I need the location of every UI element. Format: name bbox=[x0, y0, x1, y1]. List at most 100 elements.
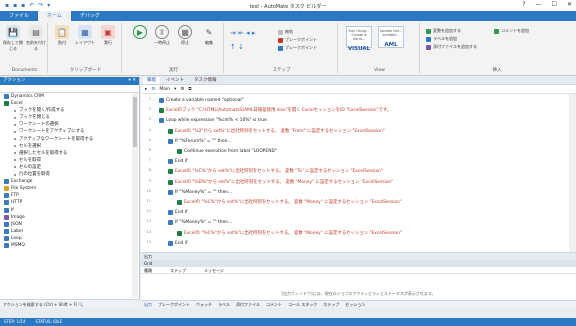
step-move[interactable]: ↑ ↓ bbox=[230, 43, 244, 51]
subtask-select[interactable]: Main bbox=[159, 87, 170, 92]
action-tree-item[interactable]: Label bbox=[0, 228, 132, 235]
editor-scrollbar[interactable] bbox=[569, 94, 576, 252]
minimize-button[interactable]: — bbox=[536, 1, 542, 8]
action-tree-item[interactable]: Loop bbox=[0, 235, 132, 242]
step-row[interactable]: Loop while expression "%cnt% < 10%" is t… bbox=[159, 117, 268, 124]
action-tree-item[interactable]: セルを選択 bbox=[0, 143, 132, 150]
step-text: Excelの "%2"から set%"に出社時刻をセットする。 変数 "From… bbox=[175, 128, 385, 134]
actions-panel-title: アクション bbox=[3, 78, 26, 83]
action-tree-item[interactable]: JSON bbox=[0, 221, 132, 228]
action-tree-item[interactable]: Excel bbox=[0, 100, 132, 107]
action-tree-item[interactable]: Exchange bbox=[0, 178, 132, 185]
action-tree-item[interactable]: MSMQ bbox=[0, 242, 132, 249]
step-action-icon bbox=[177, 230, 182, 236]
add-variable-button[interactable]: 変数を追加する bbox=[426, 28, 461, 34]
layout-button[interactable]: ▦ レイアウト bbox=[75, 25, 95, 46]
step-row[interactable]: Excelの "%D%"から set%"に出社時刻をセットする。 変数 "Mon… bbox=[168, 179, 393, 186]
action-bullet-icon bbox=[14, 159, 16, 162]
step-row[interactable]: If "%Money%" = "" then... bbox=[168, 189, 232, 196]
action-category-icon bbox=[4, 221, 9, 227]
actions-scrollbar[interactable] bbox=[132, 93, 138, 298]
settings-icon[interactable]: ⚙ bbox=[180, 87, 184, 92]
action-tree-item[interactable]: HTTP bbox=[0, 199, 132, 206]
action-tree-item[interactable]: ワークシートをアクティブにする bbox=[0, 128, 132, 135]
pause-button[interactable]: Ⅱ 一時停止 bbox=[150, 25, 174, 46]
step-row[interactable]: Excelの "%2"から set%"に出社時刻をセットする。 変数 "From… bbox=[168, 128, 385, 135]
stop-button[interactable]: ■ 停止 bbox=[174, 25, 196, 46]
tab-debug[interactable]: デバッグ bbox=[71, 11, 109, 21]
tab-events[interactable]: イベント bbox=[162, 77, 188, 84]
step-row[interactable]: Excelの "%C%"から set%"に出社時刻をセットする。 変数 "Mon… bbox=[177, 199, 402, 206]
col-step[interactable]: ステップ bbox=[170, 267, 186, 273]
tab-file[interactable]: ファイル bbox=[0, 11, 38, 21]
actions-search-footer[interactable]: アクションを検索する (Ctrl + Shift + F) 🔍 bbox=[0, 299, 140, 308]
dropdown-icon[interactable]: ▾ bbox=[174, 87, 176, 92]
add-attachment-button[interactable]: 添付ファイルを追加する bbox=[426, 44, 477, 50]
output-tab[interactable]: ステップ bbox=[323, 301, 339, 308]
action-tree-item[interactable]: セルの設定 bbox=[0, 164, 132, 171]
expand-icon[interactable]: ▸ bbox=[145, 87, 147, 92]
add-comment-button[interactable]: コメントを追加 bbox=[494, 28, 529, 34]
action-tree-item[interactable]: 選択したセルを取得する bbox=[0, 150, 132, 157]
action-tree-item[interactable]: ワークシートの選択 bbox=[0, 121, 132, 128]
start-button[interactable]: ▶ bbox=[128, 25, 152, 40]
tab-home[interactable]: ホーム bbox=[38, 11, 71, 21]
add-label-button[interactable]: ラベルを追加 bbox=[426, 36, 457, 42]
step-row[interactable]: Excelの "%C%"から set%"に出社時刻をセットする。 変数 "Mon… bbox=[177, 230, 402, 237]
action-tree-item[interactable]: ブックを閉じる bbox=[0, 114, 132, 121]
scroll-thumb[interactable] bbox=[133, 97, 137, 147]
action-tree-item[interactable]: File System bbox=[0, 185, 132, 192]
layout-label: レイアウト bbox=[75, 40, 95, 45]
action-tree-item[interactable]: FTP bbox=[0, 192, 132, 199]
run-button[interactable]: ▣ 実行 bbox=[98, 25, 118, 46]
view-visual[interactable]: Run Using... Create a Varia... VISUAL bbox=[346, 26, 372, 52]
output-tab[interactable]: ラベル bbox=[218, 301, 230, 308]
output-tab[interactable]: 添付ファイル bbox=[236, 301, 260, 308]
pause-icon: Ⅱ bbox=[155, 25, 169, 39]
save-as-button[interactable]: ▤ 名前を付ける bbox=[26, 25, 46, 52]
action-tree-item[interactable]: Dynamics CRM bbox=[0, 93, 132, 100]
step-row[interactable]: Excelのブック "C:\HTML\AutomateS\AML日報差替用.xl… bbox=[159, 107, 391, 114]
edit-button[interactable]: ✎ 編集 bbox=[198, 25, 220, 46]
close-button[interactable]: ✕ bbox=[567, 1, 572, 8]
disable-step[interactable]: 無効 bbox=[278, 29, 293, 35]
step-row[interactable]: End if bbox=[168, 240, 188, 247]
tab-task-info[interactable]: タスク情報 bbox=[190, 77, 221, 84]
paste-button[interactable]: 📋 貼付 bbox=[52, 25, 72, 46]
comment-icon bbox=[494, 28, 499, 34]
output-tab[interactable]: 出力 bbox=[144, 301, 152, 308]
step-row[interactable]: If "%Forum%" = "" then... bbox=[168, 138, 232, 145]
action-tree-item[interactable]: セルを取得 bbox=[0, 157, 132, 164]
action-tree-item[interactable]: If bbox=[0, 207, 132, 214]
action-tree-item[interactable]: ブックを開く/作成する bbox=[0, 107, 132, 114]
output-tab[interactable]: コール スタック bbox=[288, 301, 317, 308]
output-tab[interactable]: コメント bbox=[266, 301, 282, 308]
breakpoint-step[interactable]: ブレークポイント bbox=[278, 37, 317, 43]
help-icon[interactable]: ? bbox=[522, 1, 525, 8]
action-tree-item[interactable]: Image bbox=[0, 214, 132, 221]
output-tab[interactable]: セッション bbox=[345, 301, 365, 308]
breakpoint-step-2[interactable]: ブレークポイント bbox=[278, 45, 317, 51]
save-close-button[interactable]: 💾 保存して閉じる bbox=[3, 25, 23, 52]
step-row[interactable]: End if bbox=[168, 209, 188, 216]
tab-steps[interactable]: 職能 bbox=[143, 77, 160, 84]
copy-icon[interactable]: ⧉ bbox=[188, 86, 191, 92]
save-icon: 💾 bbox=[6, 25, 20, 39]
panel-pin-icon[interactable]: ▾ ✕ bbox=[129, 77, 136, 85]
step-row[interactable]: Create a variable named "optional" bbox=[159, 97, 244, 104]
step-arrows[interactable]: ⇥ ⇤ ◂ ▸ bbox=[230, 29, 255, 37]
action-tree-item[interactable]: 行の位置を取得 bbox=[0, 171, 132, 178]
view-aml[interactable]: Update the... variable... AML bbox=[378, 26, 404, 48]
step-row[interactable]: Continue execution from label "LOOPEND" bbox=[177, 148, 277, 155]
output-tab[interactable]: ウォッチ bbox=[196, 301, 212, 308]
actions-search-row[interactable] bbox=[0, 85, 139, 93]
col-type[interactable]: 種類 bbox=[144, 267, 152, 273]
col-message[interactable]: メッセージ bbox=[204, 267, 224, 273]
action-tree-label: If bbox=[11, 207, 14, 213]
output-tab[interactable]: ブレークポイント bbox=[158, 301, 190, 308]
step-row[interactable]: End if bbox=[168, 158, 188, 165]
action-tree-item[interactable]: アクティブなワークシートを取得する bbox=[0, 136, 132, 143]
step-row[interactable]: Excelの "%C%"から set%"に出社時刻をセットする。 変数 "To"… bbox=[168, 168, 383, 175]
maximize-button[interactable]: ☐ bbox=[552, 1, 557, 8]
step-row[interactable]: If "%Money%" = "" then... bbox=[168, 219, 232, 226]
